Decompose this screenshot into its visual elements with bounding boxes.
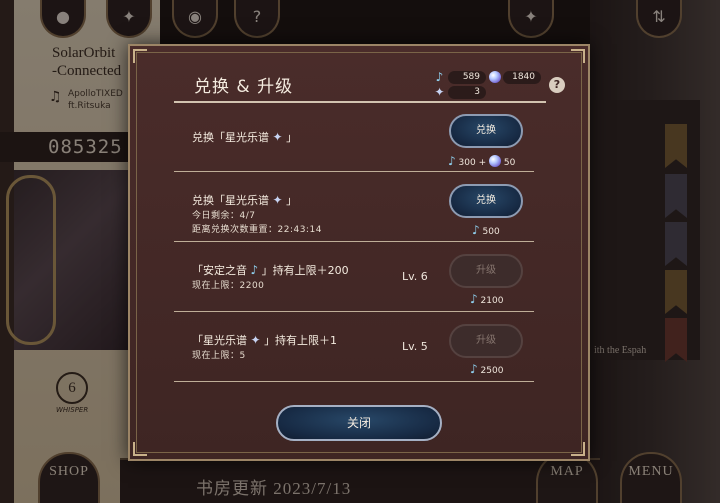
upgrade-star-score-cost: ♪ 2500 — [470, 362, 504, 376]
star-score-icon: ✦ — [272, 130, 283, 144]
note-currency-icon: ♪ — [250, 263, 259, 277]
calm-sound-current-limit: 现在上限：2200 — [192, 281, 265, 291]
star-score-icon: ✦ — [434, 85, 445, 99]
upgrade-calm-sound-button[interactable]: 升级 — [449, 254, 523, 288]
corner-ornament — [571, 49, 585, 63]
upgrade-star-score-button[interactable]: 升级 — [449, 324, 523, 358]
exchange-limited-button[interactable]: 兑换 — [449, 184, 523, 218]
row-divider — [174, 381, 534, 382]
notes-balance: 589 — [448, 71, 486, 84]
exchange-cost: ♪ 300 + 50 — [448, 154, 516, 168]
note-currency-icon: ♪ — [472, 223, 480, 237]
star-score-current-limit: 现在上限：5 — [192, 351, 246, 361]
exchange-limited-cost: ♪ 500 — [472, 223, 500, 237]
note-currency-icon: ♪ — [448, 154, 456, 168]
exchange-star-score-label: 兑换「星光乐谱 ✦ 」 — [192, 130, 298, 144]
orb-currency-icon — [489, 155, 502, 167]
close-button[interactable]: 关闭 — [276, 405, 442, 441]
star-score-icon: ✦ — [272, 193, 283, 207]
note-currency-icon: ♪ — [435, 70, 444, 84]
corner-ornament — [571, 442, 585, 456]
calm-sound-limit-label: 「安定之音 ♪ 」持有上限＋200 — [192, 263, 349, 277]
dialog-border — [136, 52, 582, 453]
row-divider — [174, 171, 534, 172]
remaining-today: 今日剩余：4/7 — [192, 211, 256, 221]
exchange-star-score-limited-label: 兑换「星光乐谱 ✦ 」 — [192, 193, 298, 207]
dialog-title: 兑换 & 升级 — [194, 77, 294, 97]
note-currency-icon: ♪ — [470, 292, 478, 306]
note-currency-icon: ♪ — [470, 362, 478, 376]
exchange-button[interactable]: 兑换 — [449, 114, 523, 148]
stars-balance: 3 — [448, 86, 486, 99]
row-divider — [174, 241, 534, 242]
corner-ornament — [133, 49, 147, 63]
help-button[interactable]: ? — [549, 77, 565, 93]
star-score-icon: ✦ — [250, 333, 261, 347]
orbs-balance: 1840 — [503, 71, 541, 84]
star-score-level: Lv. 5 — [402, 340, 428, 353]
reset-countdown: 距离兑换次数重置：22:43:14 — [192, 225, 322, 235]
corner-ornament — [133, 442, 147, 456]
title-divider — [174, 101, 546, 103]
row-divider — [174, 311, 534, 312]
calm-sound-level: Lv. 6 — [402, 270, 428, 283]
upgrade-calm-sound-cost: ♪ 2100 — [470, 292, 504, 306]
orb-currency-icon — [487, 70, 502, 85]
star-score-limit-label: 「星光乐谱 ✦ 」持有上限＋1 — [192, 333, 338, 347]
exchange-upgrade-dialog: 兑换 & 升级 ♪ 589 1840 ✦ 3 ? 兑换「星光乐谱 ✦ 」 兑换 … — [128, 44, 590, 461]
